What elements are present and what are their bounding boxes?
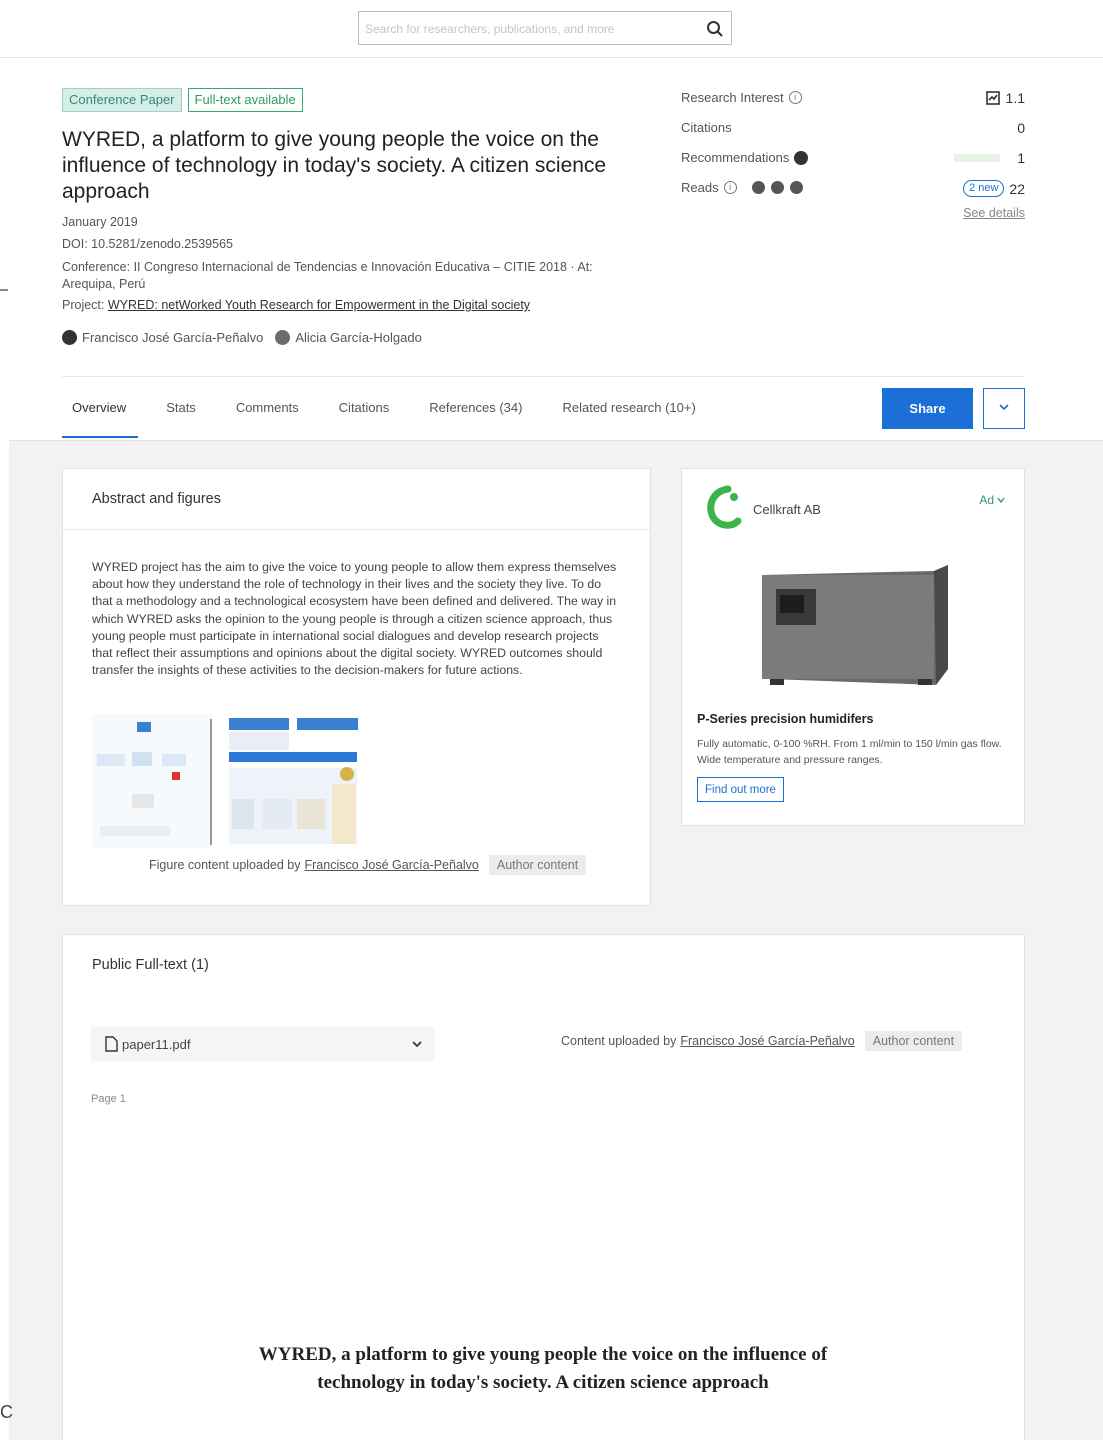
upload-prefix: Content uploaded by	[561, 1034, 677, 1048]
info-icon[interactable]: i	[788, 91, 802, 104]
ad-title[interactable]: P-Series precision humidifers	[697, 712, 873, 726]
file-selector[interactable]: paper11.pdf	[91, 1027, 435, 1061]
file-icon	[105, 1036, 118, 1052]
cellkraft-logo[interactable]	[706, 485, 744, 529]
stat-recommendations: Recommendations 1	[681, 148, 1025, 178]
publication-project: Project: WYRED: netWorked Youth Research…	[62, 298, 530, 312]
stat-citations: Citations 0	[681, 118, 1025, 148]
ad-label-text: Ad	[979, 493, 994, 507]
new-reads-badge: 2 new	[963, 180, 1005, 197]
divider	[63, 529, 650, 530]
find-out-more-button[interactable]: Find out more	[697, 777, 784, 802]
research-interest-icon	[985, 91, 1000, 105]
tab-comments[interactable]: Comments	[226, 396, 309, 419]
stat-research-interest: Research Interest i 1.1	[681, 88, 1025, 118]
ad-brand[interactable]: Cellkraft AB	[753, 502, 821, 517]
chevron-down-icon	[997, 497, 1005, 504]
stat-reads: Reads i 2 new 22	[681, 178, 1025, 208]
stat-value: 22	[1009, 180, 1025, 197]
figure-caption: Figure content uploaded by Francisco Jos…	[149, 855, 587, 875]
ad-card: Cellkraft AB Ad P-Series precision humid…	[681, 468, 1025, 826]
tab-overview[interactable]: Overview	[62, 396, 136, 419]
type-badge: Conference Paper	[62, 88, 182, 112]
ad-label[interactable]: Ad	[979, 493, 1006, 507]
avatar[interactable]	[789, 181, 803, 194]
avatar[interactable]	[751, 181, 765, 194]
tab-stats[interactable]: Stats	[156, 396, 206, 419]
tab-related-research[interactable]: Related research (10+)	[552, 396, 705, 419]
page-number-label: Page 1	[91, 1093, 126, 1105]
search-box	[358, 11, 732, 45]
abstract-text: WYRED project has the aim to give the vo…	[92, 560, 617, 678]
reader-avatars	[751, 181, 803, 194]
author-item[interactable]: Alicia García-Holgado	[275, 330, 422, 345]
author-list: Francisco José García-Peñalvo Alicia Gar…	[62, 330, 422, 345]
stat-label: Reads	[681, 180, 719, 195]
active-tab-indicator	[62, 436, 138, 438]
ad-description: Fully automatic, 0-100 %RH. From 1 ml/mi…	[697, 738, 1002, 766]
recommender-avatar[interactable]	[794, 150, 809, 165]
publication-stats: Research Interest i 1.1 Citations 0 Recom…	[681, 88, 1025, 220]
fulltext-card: Public Full-text (1) paper11.pdf Content…	[62, 934, 1025, 1440]
project-link[interactable]: WYRED: netWorked Youth Research for Empo…	[108, 298, 530, 312]
author-item[interactable]: Francisco José García-Peñalvo	[62, 330, 263, 345]
uploader-link[interactable]: Francisco José García-Peñalvo	[680, 1034, 854, 1048]
avatar[interactable]	[770, 181, 784, 194]
author-name: Francisco José García-Peñalvo	[82, 330, 264, 345]
project-prefix: Project:	[62, 298, 108, 312]
stat-value: 1.1	[1005, 90, 1025, 106]
stat-label: Recommendations	[681, 150, 790, 165]
chevron-down-icon	[999, 404, 1009, 411]
stat-value: 1	[1017, 150, 1025, 166]
tabs-divider	[62, 376, 1025, 377]
stat-label: Citations	[681, 120, 732, 135]
edge-letter: C	[0, 1402, 13, 1422]
share-button[interactable]: Share	[882, 388, 973, 429]
author-name: Alicia García-Holgado	[295, 330, 422, 345]
pdf-page-title: WYRED, a platform to give young people t…	[258, 1344, 828, 1393]
publication-doi[interactable]: DOI: 10.5281/zenodo.2539565	[62, 237, 233, 251]
author-content-badge: Author content	[488, 855, 587, 875]
search-icon[interactable]	[705, 19, 725, 39]
recommend-highlight	[954, 154, 1001, 162]
publication-conference: Conference: II Congreso Internacional de…	[62, 260, 593, 291]
stat-label: Research Interest	[681, 90, 784, 105]
fulltext-badge: Full-text available	[187, 88, 303, 112]
humidifier-product-image[interactable]	[758, 565, 954, 695]
author-content-badge: Author content	[864, 1031, 963, 1051]
tab-references[interactable]: References (34)	[419, 396, 532, 419]
file-name: paper11.pdf	[122, 1037, 191, 1052]
fulltext-title: Public Full-text (1)	[92, 957, 209, 973]
figure-caption-prefix: Figure content uploaded by	[149, 858, 301, 872]
page-title: WYRED, a platform to give young people t…	[62, 128, 607, 203]
avatar	[275, 330, 291, 345]
tab-bar: Overview Stats Comments Citations Refere…	[62, 396, 726, 419]
abstract-title: Abstract and figures	[92, 491, 221, 507]
see-details-link[interactable]: See details	[963, 206, 1025, 220]
chevron-down-icon	[412, 1041, 422, 1048]
abstract-card: Abstract and figures WYRED project has t…	[62, 468, 651, 906]
figure-thumbnail[interactable]	[92, 714, 358, 848]
top-bar	[0, 0, 1103, 58]
upload-info: Content uploaded by Francisco José Garcí…	[561, 1031, 963, 1051]
edge-dash	[0, 289, 8, 291]
info-icon[interactable]: i	[723, 181, 737, 194]
figure-uploader-link[interactable]: Francisco José García-Peñalvo	[305, 858, 479, 872]
stat-value: 0	[1017, 120, 1025, 136]
publication-badges: Conference Paper Full-text available	[62, 88, 303, 112]
tab-citations[interactable]: Citations	[329, 396, 400, 419]
search-input[interactable]	[365, 18, 695, 40]
avatar	[62, 330, 77, 345]
more-options-button[interactable]	[983, 388, 1025, 429]
publication-date: January 2019	[62, 215, 138, 229]
